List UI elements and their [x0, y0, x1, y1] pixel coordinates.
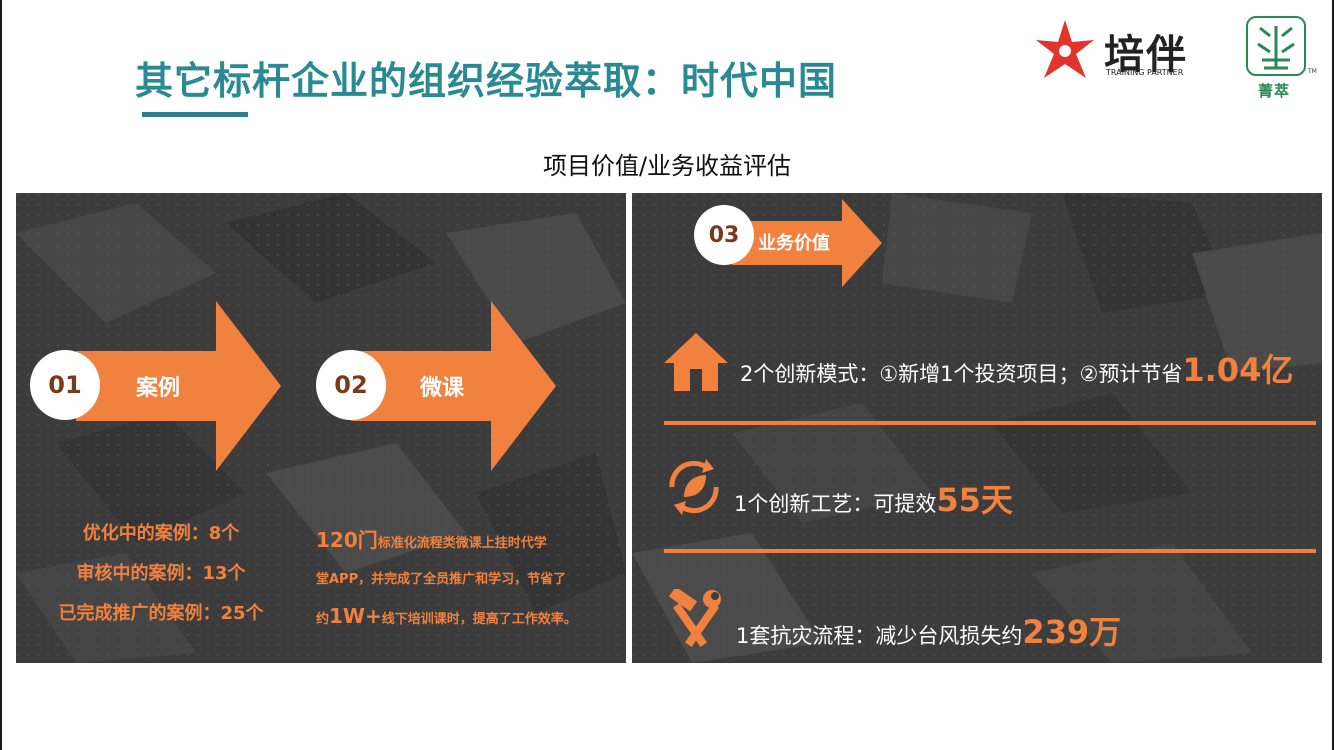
trademark-label: TM — [1308, 68, 1317, 75]
red-star-icon — [1036, 20, 1094, 78]
micro-count: 120门 — [316, 528, 378, 552]
micro-line-1: 120门标准化流程类微课上挂时代学 — [316, 522, 578, 562]
slide-frame-left — [0, 0, 2, 750]
value-row-3-highlight: 239万 — [1022, 613, 1122, 651]
value-divider-2 — [664, 549, 1316, 553]
peiban-logo-subtext: TRAINING PARTNER — [1106, 68, 1184, 77]
jingcui-logo: TM 菁萃 — [1246, 16, 1317, 104]
leaf-cycle-icon — [669, 459, 719, 515]
value-row-3-text: 1套抗灾流程：减少台风损失约 — [736, 624, 1023, 648]
value-row-1-highlight: 1.04亿 — [1182, 351, 1294, 389]
case-stat-promoted: 已完成推广的案例：25个 — [58, 603, 264, 624]
slide-title: 其它标杆企业的组织经验萃取：时代中国 — [135, 59, 838, 103]
value-divider-1 — [664, 421, 1316, 425]
micro-number-badge: 02 — [316, 350, 386, 420]
hammer-wrench-icon — [668, 589, 721, 647]
value-row-1: 2个创新模式：①新增1个投资项目；②预计节省1.04亿 — [740, 345, 1293, 391]
peiban-logo: 培伴 TRAINING PARTNER — [1030, 18, 1220, 88]
business-value-number-badge: 03 — [694, 205, 754, 265]
business-value-label: 业务价值 — [758, 233, 830, 254]
case-number-badge: 01 — [30, 350, 100, 420]
jingcui-logo-text: 菁萃 — [1258, 82, 1291, 100]
micro-line-3-pre: 约 — [316, 612, 330, 627]
micro-course-description: 120门标准化流程类微课上挂时代学 堂APP，并完成了全员推广和学习，节省了 约… — [316, 522, 578, 638]
section-subtitle: 项目价值/业务收益评估 — [542, 152, 792, 180]
value-row-1-text: 2个创新模式：①新增1个投资项目；②预计节省 — [740, 362, 1183, 386]
business-value-panel: 03 业务价值 2个创新模式：①新增1个投资项目；②预计节省1.04亿 1个创新… — [632, 193, 1322, 663]
micro-line-3: 约1W+线下培训课时，提高了工作效率。 — [316, 598, 578, 638]
case-stat-optimizing: 优化中的案例：8个 — [82, 523, 240, 544]
micro-label: 微课 — [420, 376, 465, 401]
case-stat-reviewing: 审核中的案例：13个 — [76, 563, 246, 584]
micro-line-3-rest: 线下培训课时，提高了工作效率。 — [381, 612, 577, 627]
tree-icon — [1257, 26, 1295, 70]
house-icon — [664, 333, 728, 391]
title-underline — [142, 112, 248, 117]
micro-line-1-rest: 标准化流程类微课上挂时代学 — [377, 536, 547, 551]
value-row-2-highlight: 55天 — [936, 481, 1013, 519]
value-row-2-text: 1个创新工艺：可提效 — [734, 492, 937, 516]
jingcui-logo-mark — [1246, 16, 1306, 76]
case-label: 案例 — [136, 376, 181, 401]
micro-line-2: 堂APP，并完成了全员推广和学习，节省了 — [316, 572, 567, 587]
micro-hours-saved: 1W+ — [329, 604, 382, 628]
value-row-3: 1套抗灾流程：减少台风损失约239万 — [736, 607, 1121, 653]
value-row-2: 1个创新工艺：可提效55天 — [734, 475, 1013, 521]
